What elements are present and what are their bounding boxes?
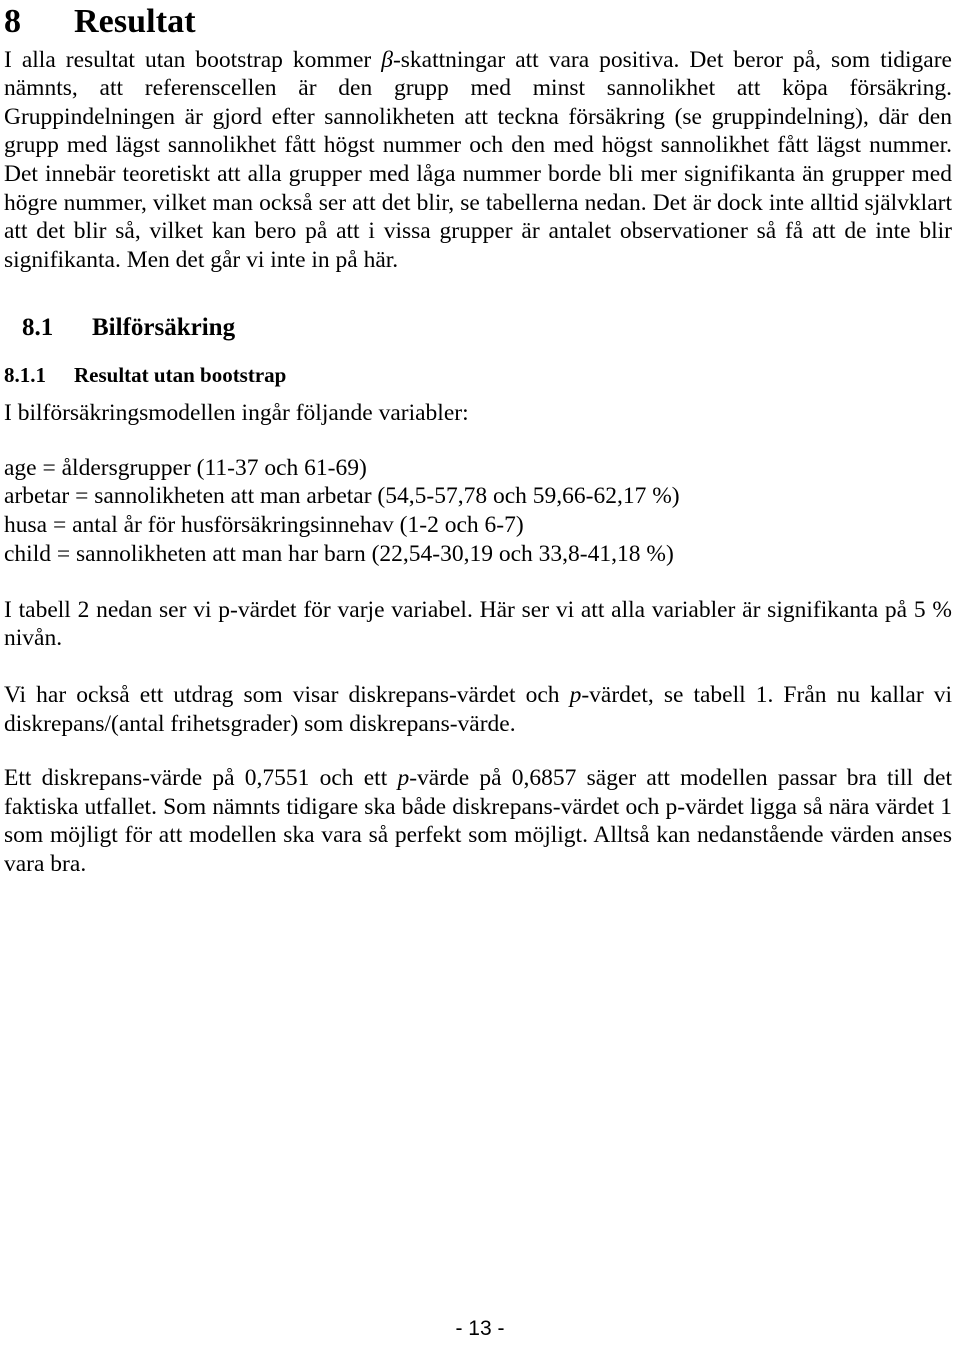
paragraph-discrepancy: Vi har också ett utdrag som visar diskre…: [4, 681, 952, 738]
page-content: 8 Resultat I alla resultat utan bootstra…: [4, 4, 952, 879]
subsection-number: 8.1: [22, 314, 54, 342]
list-item: child = sannolikheten att man har barn (…: [4, 541, 674, 568]
list-item: age = åldersgrupper (11-37 och 61-69): [4, 454, 367, 481]
subsubsection-number: 8.1.1: [4, 362, 46, 387]
paragraph-discrepancy-part1: Vi har också ett utdrag som visar diskre…: [4, 682, 570, 708]
subsection-title: Bilförsäkring: [92, 314, 236, 342]
page-footer: - 13 -: [455, 1317, 505, 1340]
list-item: husa = antal år för husförsäkringsinneha…: [4, 512, 524, 539]
intro-paragraph-part1: I alla resultat utan bootstrap kommer: [4, 46, 382, 73]
subsubsection-title: Resultat utan bootstrap: [74, 362, 287, 387]
paragraph-values: Ett diskrepans-värde på 0,7551 och ett p…: [4, 764, 952, 878]
section-title: Resultat: [74, 3, 196, 40]
document-page: 8 Resultat I alla resultat utan bootstra…: [0, 0, 960, 1365]
beta-symbol: β: [381, 46, 393, 73]
paragraph-table2: I tabell 2 nedan ser vi p-värdet för var…: [4, 596, 952, 652]
variables-intro: I bilförsäkringsmodellen ingår följande …: [4, 400, 469, 427]
p-symbol: p: [397, 765, 410, 792]
intro-paragraph: I alla resultat utan bootstrap kommer β-…: [4, 46, 952, 275]
section-heading: 8 Resultat: [4, 4, 952, 40]
paragraph-values-part1: Ett diskrepans-värde på 0,7551 och ett: [4, 765, 398, 792]
subsubsection-heading: 8.1.1 Resultat utan bootstrap: [4, 362, 952, 387]
p-symbol: p: [569, 682, 582, 708]
section-number: 8: [4, 3, 22, 40]
subsection-heading: 8.1 Bilförsäkring: [4, 314, 952, 342]
variables-list: age = åldersgrupper (11-37 och 61-69) ar…: [4, 454, 952, 569]
list-item: arbetar = sannolikheten att man arbetar …: [4, 483, 680, 510]
intro-paragraph-part2: -skattningar att vara positiva. Det bero…: [4, 46, 952, 273]
